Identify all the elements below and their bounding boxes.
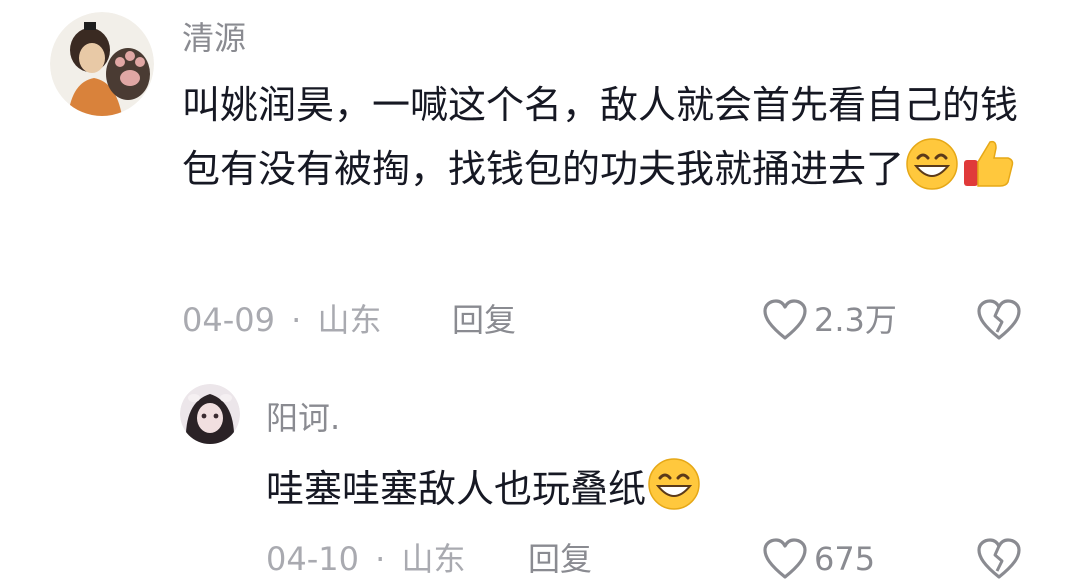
heart-icon: [763, 538, 807, 579]
comment-location: 山东: [317, 301, 382, 339]
broken-heart-icon: [977, 538, 1021, 579]
like-count: 675: [814, 540, 876, 578]
commenter-username[interactable]: 清源: [182, 22, 246, 54]
reply-date: 04-10: [266, 540, 359, 578]
grin-emoji-icon: [646, 456, 702, 512]
dislike-button[interactable]: [976, 537, 1022, 585]
meta-separator: ·: [291, 301, 302, 339]
like-button[interactable]: 675: [762, 537, 875, 581]
reply-meta: 04-10 · 山东: [266, 543, 466, 575]
replier-username[interactable]: 阳诃.: [266, 402, 340, 434]
reply-location: 山东: [401, 540, 466, 578]
like-button[interactable]: 2.3万: [762, 298, 897, 342]
meta-separator: ·: [375, 540, 386, 578]
reply-text-block: 哇塞哇塞敌人也玩叠纸: [266, 456, 1026, 520]
reply-button[interactable]: 回复: [528, 543, 592, 575]
thumbs-up-icon: [960, 136, 1016, 192]
comment-text-block: 叫姚润昊，一喊这个名，敌人就会首先看自己的钱包有没有被掏，找钱包的功夫我就捅进去…: [182, 74, 1032, 200]
replier-avatar[interactable]: [180, 384, 240, 444]
reply-button[interactable]: 回复: [452, 304, 516, 336]
broken-heart-icon: [977, 299, 1021, 340]
comment-text: 叫姚润昊，一喊这个名，敌人就会首先看自己的钱包有没有被掏，找钱包的功夫我就捅进去…: [182, 83, 1019, 191]
comment-date: 04-09: [182, 301, 275, 339]
heart-icon: [763, 299, 807, 340]
reply-text: 哇塞哇塞敌人也玩叠纸: [266, 467, 647, 511]
like-count: 2.3万: [814, 301, 897, 339]
comment-meta: 04-09 · 山东: [182, 304, 382, 336]
grin-emoji-icon: [904, 136, 960, 192]
dislike-button[interactable]: [976, 298, 1022, 346]
commenter-avatar[interactable]: [50, 12, 154, 116]
